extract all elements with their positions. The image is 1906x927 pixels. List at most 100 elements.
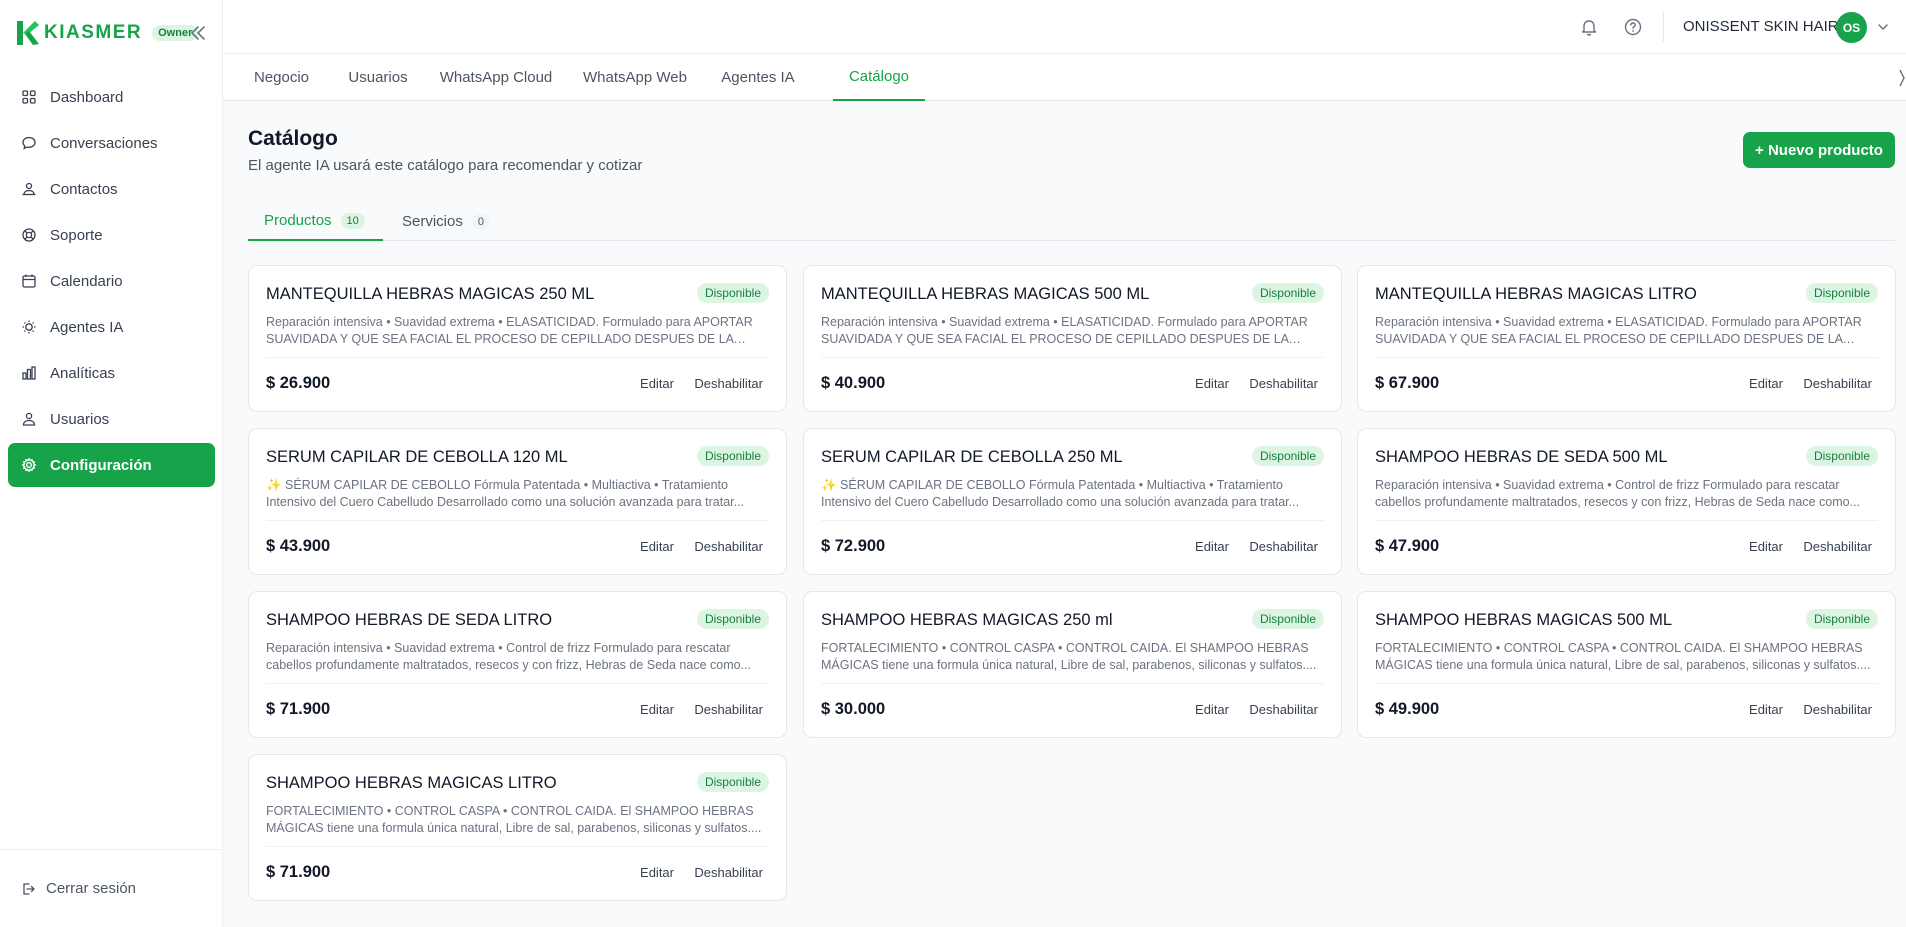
sidebar-item-contactos[interactable]: Contactos (8, 167, 215, 211)
disable-button[interactable]: Deshabilitar (1249, 376, 1318, 391)
product-name: SERUM CAPILAR DE CEBOLLA 120 ML (266, 448, 568, 466)
sidebar-footer: Cerrar sesión (0, 849, 223, 927)
product-price: $ 67.900 (1375, 374, 1440, 392)
edit-button[interactable]: Editar (1195, 702, 1229, 717)
collapse-sidebar-icon[interactable] (188, 24, 208, 42)
sidebar-item-analiticas[interactable]: Analíticas (8, 351, 215, 395)
disable-button[interactable]: Deshabilitar (1803, 376, 1872, 391)
sidebar-nav: Dashboard Conversaciones Contactos Sopor… (8, 75, 215, 489)
product-price: $ 43.900 (266, 537, 331, 555)
sidebar-item-label: Agentes IA (50, 318, 124, 336)
card-divider (266, 357, 769, 358)
disable-button[interactable]: Deshabilitar (694, 376, 763, 391)
gear-icon (21, 457, 37, 473)
product-name: SERUM CAPILAR DE CEBOLLA 250 ML (821, 448, 1123, 466)
edit-button[interactable]: Editar (1749, 539, 1783, 554)
sidebar-item-usuarios[interactable]: Usuarios (8, 397, 215, 441)
sidebar-item-agentes-ia[interactable]: Agentes IA (8, 305, 215, 349)
card-divider (821, 683, 1324, 684)
avatar[interactable]: OS (1836, 12, 1867, 43)
card-divider (266, 846, 769, 847)
sidebar-item-dashboard[interactable]: Dashboard (8, 75, 215, 119)
disable-button[interactable]: Deshabilitar (694, 539, 763, 554)
product-description: Reparación intensiva • Suavidad extrema … (821, 315, 1308, 346)
product-price: $ 30.000 (821, 700, 886, 718)
product-name: SHAMPOO HEBRAS MAGICAS 250 ml (821, 611, 1113, 629)
status-badge: Disponible (1805, 446, 1878, 466)
bulb-icon (22, 320, 36, 334)
status-badge: Disponible (1805, 283, 1878, 303)
product-name: MANTEQUILLA HEBRAS MAGICAS LITRO (1375, 285, 1697, 303)
lifebuoy-icon (22, 228, 36, 242)
sidebar-item-label: Contactos (50, 180, 118, 198)
status-badge: Disponible (1251, 609, 1324, 629)
disable-button[interactable]: Deshabilitar (1803, 539, 1872, 554)
product-description: FORTALECIMIENTO • CONTROL CASPA • CONTRO… (1375, 641, 1871, 672)
product-card: SHAMPOO HEBRAS DE SEDA LITRO Disponible … (248, 591, 787, 738)
calendar-icon (22, 274, 36, 288)
product-price: $ 47.900 (1375, 537, 1440, 555)
logout-button[interactable]: Cerrar sesión (20, 880, 136, 897)
disable-button[interactable]: Deshabilitar (1249, 539, 1318, 554)
settings-tabs: Negocio Usuarios WhatsApp Cloud WhatsApp… (223, 54, 1906, 101)
product-card: SHAMPOO HEBRAS MAGICAS LITRO Disponible … (248, 754, 787, 901)
chevron-down-icon[interactable] (1876, 20, 1890, 34)
catalog-subtabs: Productos 10 Servicios 0 (248, 202, 1895, 241)
tab-whatsapp-cloud[interactable]: WhatsApp Cloud (436, 54, 556, 101)
tab-negocio[interactable]: Negocio (247, 54, 316, 101)
product-name: SHAMPOO HEBRAS MAGICAS LITRO (266, 774, 557, 792)
product-name: SHAMPOO HEBRAS DE SEDA LITRO (266, 611, 553, 629)
count-badge: 10 (340, 212, 365, 229)
disable-button[interactable]: Deshabilitar (694, 702, 763, 717)
edit-button[interactable]: Editar (640, 539, 674, 554)
sidebar-item-label: Dashboard (50, 88, 124, 106)
edit-button[interactable]: Editar (1195, 539, 1229, 554)
status-badge: Disponible (1805, 609, 1878, 629)
card-divider (821, 520, 1324, 521)
sidebar-item-label: Analíticas (50, 364, 116, 382)
product-name: SHAMPOO HEBRAS MAGICAS 500 ML (1375, 611, 1673, 629)
subtab-productos[interactable]: Productos 10 (248, 202, 383, 241)
product-card: SHAMPOO HEBRAS MAGICAS 500 ML Disponible… (1357, 591, 1896, 738)
edit-button[interactable]: Editar (1749, 376, 1783, 391)
subtab-servicios[interactable]: Servicios 0 (386, 202, 506, 241)
tab-agentes-ia[interactable]: Agentes IA (714, 54, 802, 101)
sidebar-item-soporte[interactable]: Soporte (8, 213, 215, 257)
edit-button[interactable]: Editar (640, 702, 674, 717)
status-badge: Disponible (696, 283, 769, 303)
product-description: Reparación intensiva • Suavidad extrema … (266, 315, 753, 346)
sidebar: KIASMER Owner Dashboard Conversaciones C… (0, 0, 223, 927)
edit-button[interactable]: Editar (1195, 376, 1229, 391)
bell-icon[interactable] (1579, 17, 1599, 37)
sidebar-item-label: Usuarios (50, 410, 110, 428)
sidebar-item-calendario[interactable]: Calendario (8, 259, 215, 303)
more-tabs-icon[interactable] (1898, 66, 1906, 90)
status-badge: Disponible (1251, 446, 1324, 466)
grid-icon (22, 90, 36, 104)
disable-button[interactable]: Deshabilitar (1249, 702, 1318, 717)
help-icon[interactable] (1623, 17, 1643, 37)
disable-button[interactable]: Deshabilitar (1803, 702, 1872, 717)
product-description: ✨ SÉRUM CAPILAR DE CEBOLLO Fórmula Paten… (821, 478, 1300, 509)
tab-catalogo[interactable]: Catálogo (833, 54, 925, 101)
sidebar-item-conversaciones[interactable]: Conversaciones (8, 121, 215, 165)
product-description: Reparación intensiva • Suavidad extrema … (266, 641, 751, 672)
tab-usuarios[interactable]: Usuarios (342, 54, 414, 101)
edit-button[interactable]: Editar (640, 865, 674, 880)
tab-whatsapp-web[interactable]: WhatsApp Web (578, 54, 692, 101)
card-divider (266, 683, 769, 684)
new-product-button[interactable]: + Nuevo producto (1743, 132, 1895, 168)
sidebar-item-label: Soporte (50, 226, 103, 244)
page-title: Catálogo (248, 127, 338, 150)
logout-icon (23, 882, 35, 895)
sidebar-item-configuracion[interactable]: Configuración (8, 443, 215, 487)
product-price: $ 71.900 (266, 700, 331, 718)
disable-button[interactable]: Deshabilitar (694, 865, 763, 880)
edit-button[interactable]: Editar (1749, 702, 1783, 717)
brand[interactable]: KIASMER Owner (14, 18, 199, 48)
card-divider (1375, 357, 1878, 358)
account-name[interactable]: ONISSENT SKIN HAIR (1683, 18, 1839, 35)
edit-button[interactable]: Editar (640, 376, 674, 391)
kiasmer-logo-icon (17, 21, 39, 45)
product-card: SHAMPOO HEBRAS MAGICAS 250 ml Disponible… (803, 591, 1342, 738)
